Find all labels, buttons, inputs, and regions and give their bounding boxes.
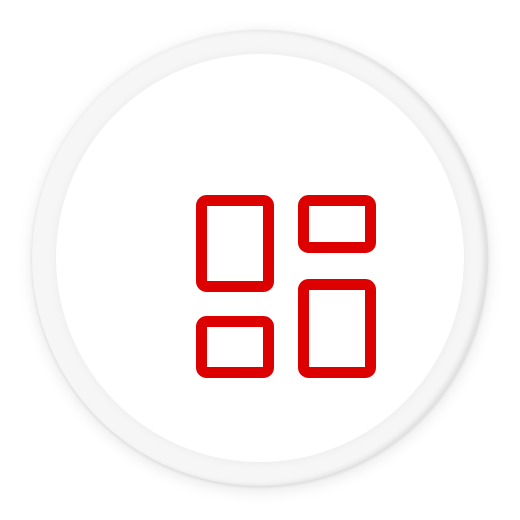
tile-bottom-right [298, 279, 376, 378]
tile-bottom-left [196, 316, 274, 378]
dashboard-button[interactable] [32, 30, 488, 486]
dashboard-grid-icon [196, 195, 376, 378]
tile-top-right [298, 195, 376, 253]
canvas [0, 0, 520, 520]
dashboard-button-face [56, 54, 464, 462]
tile-top-left [196, 195, 274, 292]
